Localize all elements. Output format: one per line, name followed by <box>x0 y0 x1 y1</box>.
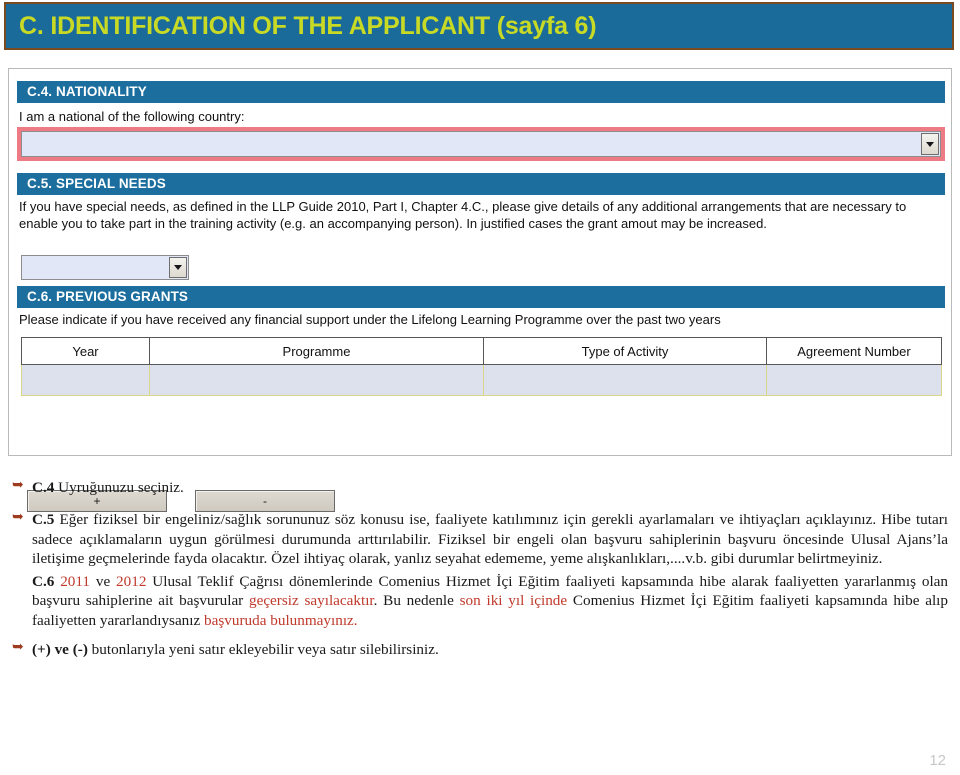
chevron-down-icon[interactable] <box>169 257 187 278</box>
arrow-bullet-icon: ➥ <box>12 640 24 656</box>
note-c6-year-2011: 2011 <box>60 572 91 590</box>
page-number: 12 <box>929 752 946 769</box>
note-c6-mid: ve <box>90 572 117 590</box>
nationality-dropdown[interactable] <box>17 127 945 161</box>
turkish-notes-block: ➥ C.4 Uyruğunuzu seçiniz. ➥ C.5 Eğer fizik… <box>10 478 948 663</box>
cell-year[interactable] <box>21 364 150 396</box>
special-needs-description: If you have special needs, as defined in… <box>19 199 907 232</box>
note-c5: ➥ C.5 Eğer fiziksel bir engeliniz/sağlık … <box>10 510 948 568</box>
application-form-screenshot: C.4. NATIONALITY I am a national of the … <box>8 68 952 512</box>
note-c4: ➥ C.4 Uyruğunuzu seçiniz. <box>10 478 948 497</box>
column-header-year: Year <box>21 337 150 365</box>
cell-type-of-activity[interactable] <box>483 364 767 396</box>
section-header-c5-special-needs: C.5. SPECIAL NEEDS <box>17 173 945 195</box>
chevron-down-icon[interactable] <box>921 133 939 155</box>
cell-agreement-number[interactable] <box>766 364 942 396</box>
note-buttons: ➥ (+) ve (-) butonlarıyla yeni satır ekle… <box>10 640 948 659</box>
section-header-c4-nationality: C.4. NATIONALITY <box>17 81 945 103</box>
column-header-programme: Programme <box>149 337 484 365</box>
section-header-c6-previous-grants: C.6. PREVIOUS GRANTS <box>17 286 945 308</box>
note-c4-text: Uyruğunuzu seçiniz. <box>58 479 184 496</box>
page-title: C. IDENTIFICATION OF THE APPLICANT (sayf… <box>19 11 597 40</box>
note-c4-label: C.4 <box>32 479 55 496</box>
table-header-row: Year Programme Type of Activity Agreemen… <box>21 337 942 365</box>
previous-grants-table: Year Programme Type of Activity Agreemen… <box>21 337 942 396</box>
note-c6-year-2012: 2012 <box>116 572 147 590</box>
note-buttons-bold: (+) ve (-) <box>32 641 88 659</box>
arrow-bullet-icon: ➥ <box>12 478 24 493</box>
note-buttons-text: butonlarıyla yeni satır ekleyebilir veya… <box>87 641 439 659</box>
arrow-bullet-icon: ➥ <box>12 510 24 526</box>
cell-programme[interactable] <box>149 364 484 396</box>
note-c6: C.6 2011 ve 2012 Ulusal Teklif Çağrısı d… <box>10 572 948 630</box>
note-c6-red2: son iki yıl içinde <box>459 592 568 610</box>
note-c6-label: C.6 <box>32 572 55 590</box>
note-c6-red3: başvuruda bulunmayınız. <box>204 611 358 629</box>
previous-grants-description: Please indicate if you have received any… <box>19 312 721 327</box>
note-c6-red1: geçersiz sayılacaktır <box>248 592 374 610</box>
special-needs-dropdown[interactable] <box>21 255 189 280</box>
slide-title-banner: C. IDENTIFICATION OF THE APPLICANT (sayf… <box>4 2 954 50</box>
column-header-type-of-activity: Type of Activity <box>483 337 767 365</box>
note-c6-part2: . Bu nedenle <box>373 592 460 610</box>
table-row <box>21 364 942 396</box>
note-c5-label: C.5 <box>32 511 55 529</box>
column-header-agreement-number: Agreement Number <box>766 337 942 365</box>
nationality-field-label: I am a national of the following country… <box>19 109 245 124</box>
note-c5-text: Eğer fiziksel bir engeliniz/sağlık sorun… <box>32 511 949 568</box>
